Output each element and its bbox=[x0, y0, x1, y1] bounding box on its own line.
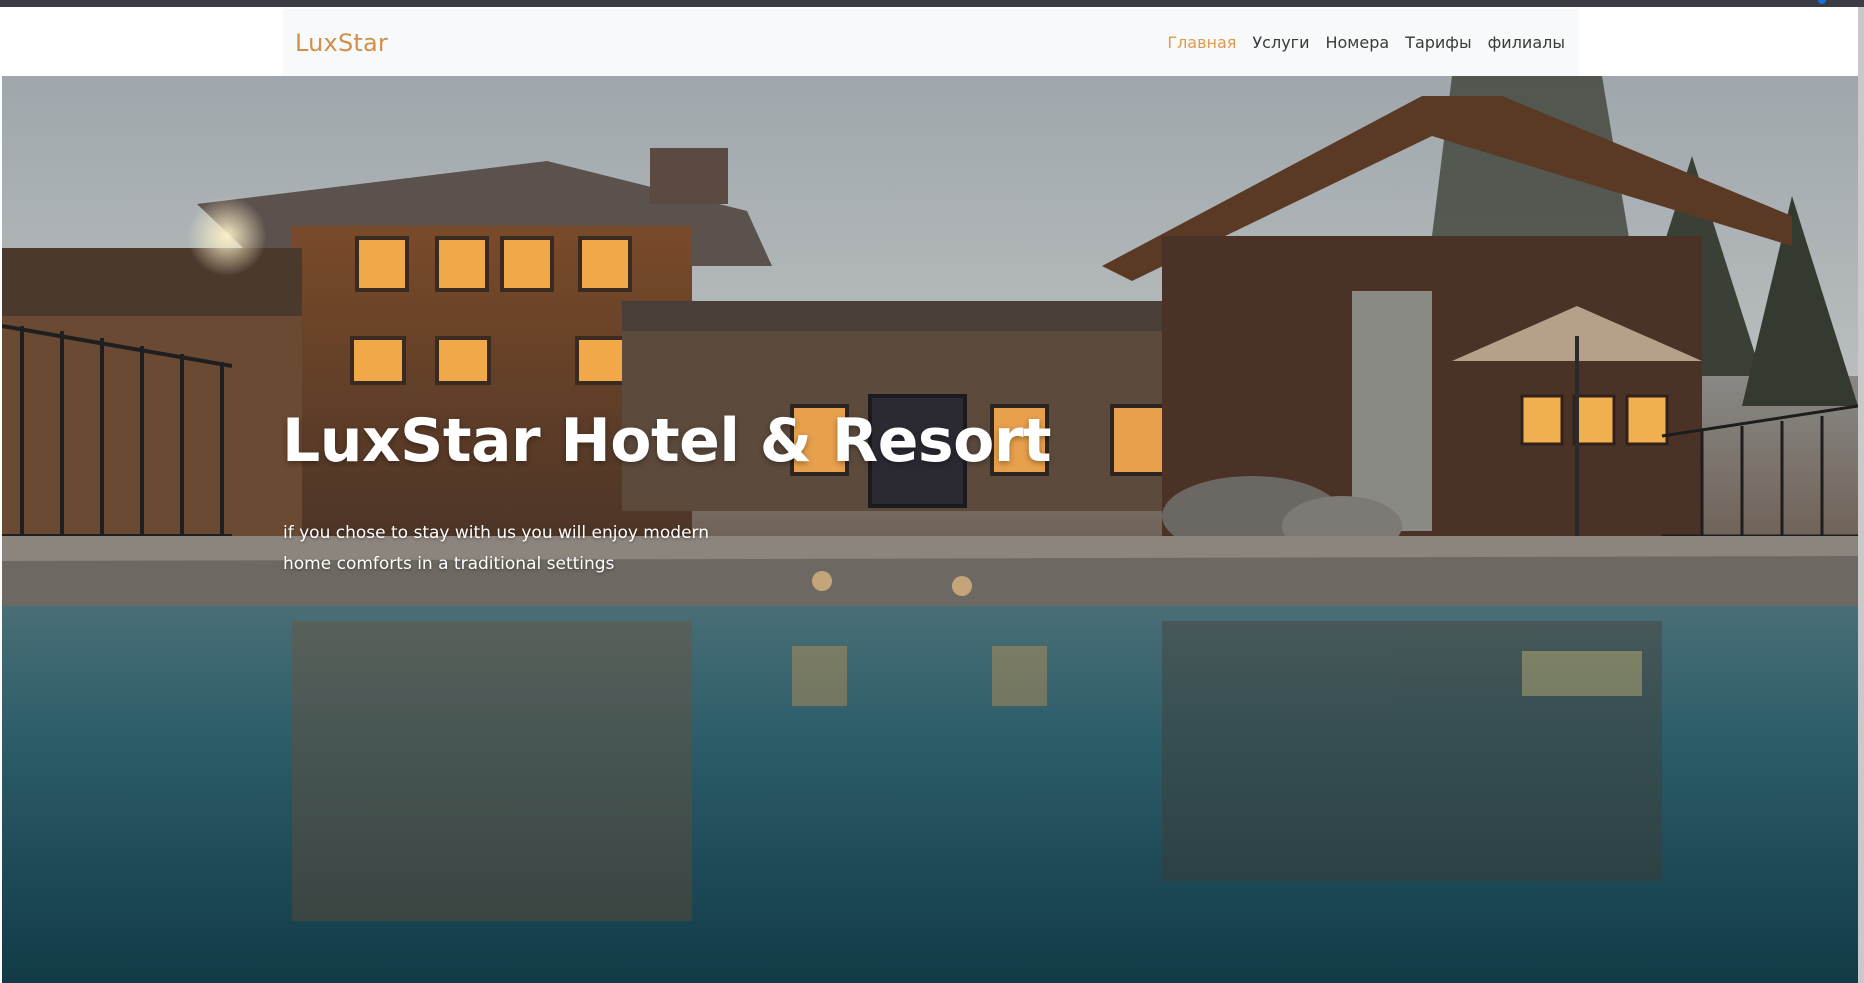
navbar: LuxStar Главная Услуги Номера Тарифы фил… bbox=[283, 9, 1579, 76]
nav-item-branches[interactable]: филиалы bbox=[1488, 33, 1565, 52]
nav-item-services[interactable]: Услуги bbox=[1252, 33, 1309, 52]
browser-top-strip bbox=[0, 0, 1864, 7]
page-scrollbar[interactable] bbox=[1858, 7, 1864, 983]
nav-menu: Главная Услуги Номера Тарифы филиалы bbox=[1151, 33, 1565, 52]
scrollbar-thumb[interactable] bbox=[1858, 7, 1864, 983]
hero-background-image bbox=[2, 76, 1858, 983]
notification-dot bbox=[1818, 0, 1826, 4]
hero-subtitle: if you chose to stay with us you will en… bbox=[283, 523, 709, 574]
nav-item-home[interactable]: Главная bbox=[1167, 33, 1236, 52]
hero-title: LuxStar Hotel & Resort bbox=[282, 406, 1052, 476]
nav-item-rates[interactable]: Тарифы bbox=[1405, 33, 1471, 52]
hero-section: LuxStar Hotel & Resort if you chose to s… bbox=[2, 76, 1858, 983]
nav-item-rooms[interactable]: Номера bbox=[1325, 33, 1389, 52]
brand-logo[interactable]: LuxStar bbox=[295, 29, 388, 57]
